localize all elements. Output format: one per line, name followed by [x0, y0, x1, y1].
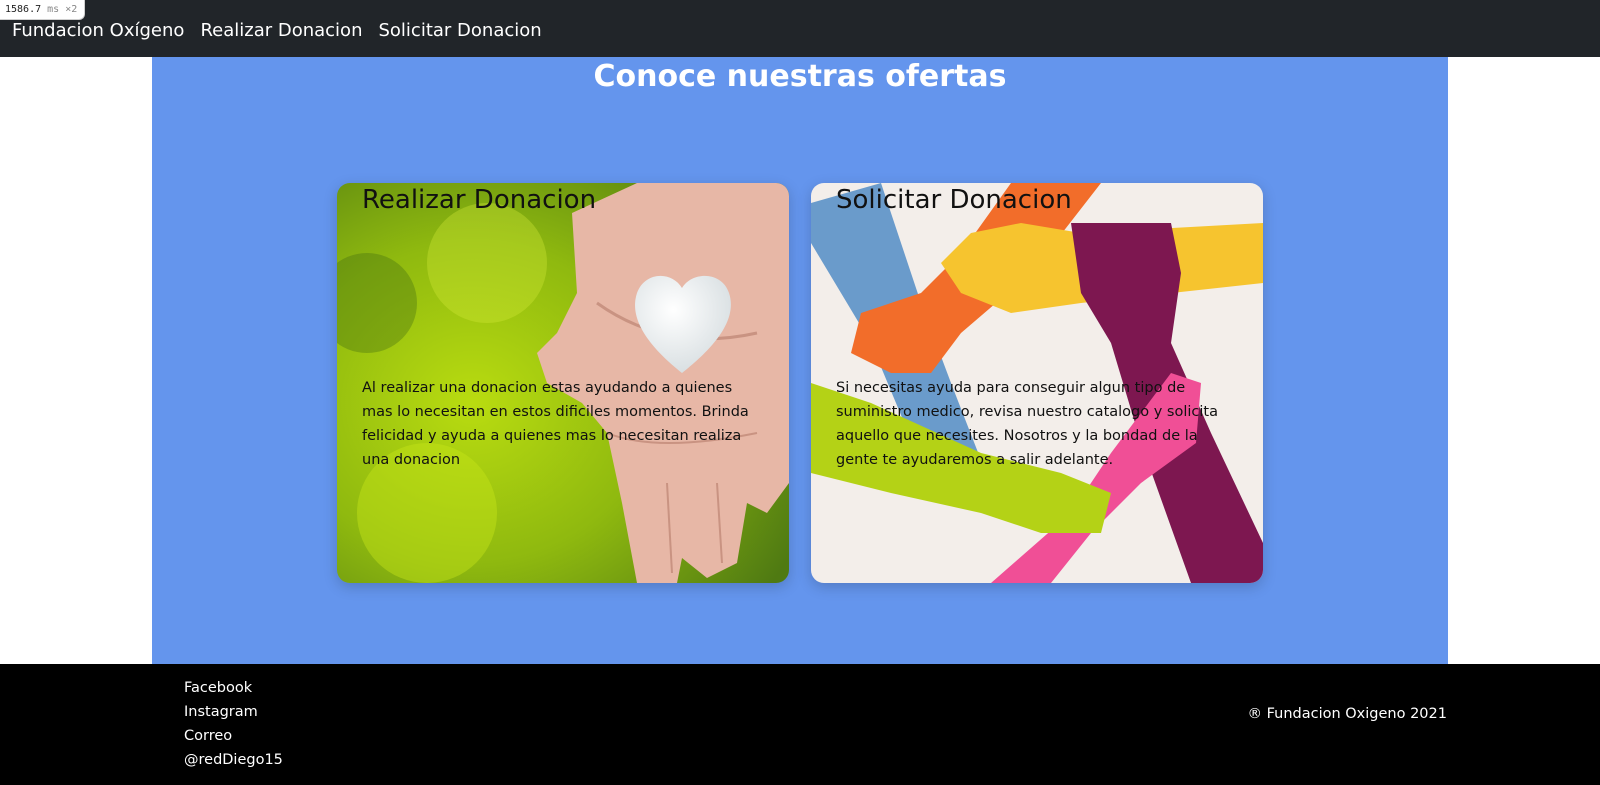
nav-link-realizar-donacion[interactable]: Realizar Donacion [200, 16, 362, 41]
copyright-text: ® Fundacion Oxigeno 2021 [1247, 706, 1447, 722]
nav-link-solicitar-donacion[interactable]: Solicitar Donacion [378, 16, 541, 41]
card-realizar-donacion[interactable]: Realizar Donacion Al realizar una donaci… [337, 183, 789, 583]
footer-link-correo[interactable]: Correo [184, 724, 283, 748]
page-title: Conoce nuestras ofertas [593, 59, 1007, 94]
card-text: Si necesitas ayuda para conseguir algun … [836, 380, 1218, 468]
footer-link-instagram[interactable]: Instagram [184, 700, 283, 724]
perf-unit: ms ×2 [47, 4, 78, 15]
card-solicitar-donacion[interactable]: Solicitar Donacion Si necesitas ayuda pa… [811, 183, 1263, 583]
navbar: Fundacion Oxígeno Realizar Donacion Soli… [0, 0, 1600, 57]
footer-link-facebook[interactable]: Facebook [184, 676, 283, 700]
card-text: Al realizar una donacion estas ayudando … [362, 380, 749, 468]
perf-badge: 1586.7 ms ×2 [0, 0, 86, 20]
card-title: Solicitar Donacion [836, 185, 1072, 215]
perf-value: 1586.7 [5, 4, 42, 15]
footer-link-handle[interactable]: @redDiego15 [184, 748, 283, 772]
footer-links: Facebook Instagram Correo @redDiego15 [184, 676, 283, 772]
footer: Facebook Instagram Correo @redDiego15 ® … [0, 664, 1600, 785]
main-section: Conoce nuestras ofertas Realizar Donacio… [152, 57, 1448, 664]
card-title: Realizar Donacion [362, 185, 597, 215]
